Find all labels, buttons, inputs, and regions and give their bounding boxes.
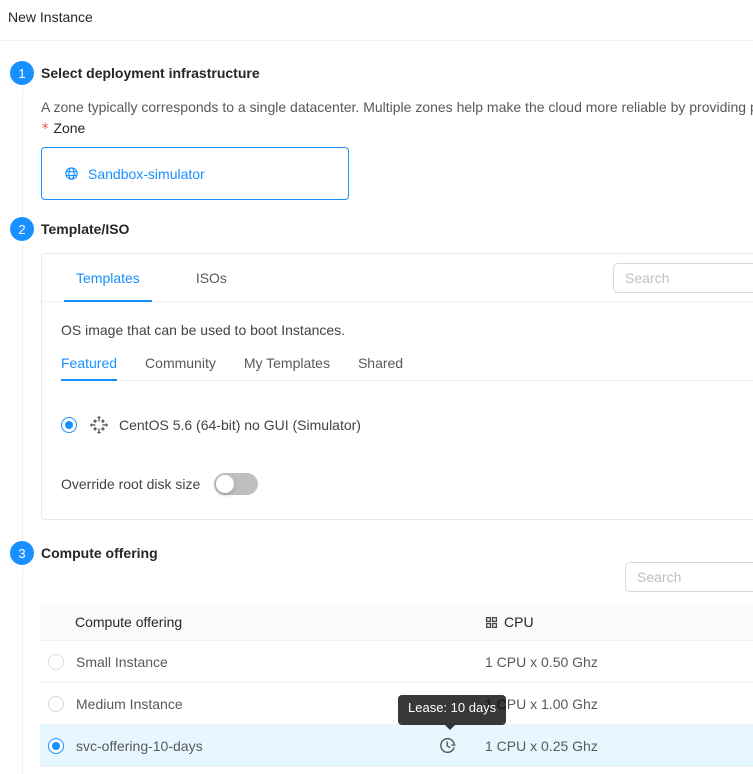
template-option-centos[interactable]: CentOS 5.6 (64-bit) no GUI (Simulator) bbox=[61, 415, 753, 435]
clock-icon[interactable] bbox=[438, 736, 457, 755]
step-compute-offering: 3 Compute offering Compute offering bbox=[10, 541, 753, 774]
offering-name: Small Instance bbox=[76, 654, 168, 670]
table-row-svc-offering-10-days[interactable]: svc-offering-10-days 1 CPU x 0.25 Ghz Le… bbox=[40, 725, 753, 767]
step-deployment-infrastructure: 1 Select deployment infrastructure A zon… bbox=[10, 61, 753, 217]
step2-number-badge: 2 bbox=[10, 217, 34, 241]
filter-tab-shared[interactable]: Shared bbox=[358, 355, 403, 380]
column-header-cpu: CPU bbox=[504, 614, 534, 630]
column-header-compute-offering: Compute offering bbox=[75, 614, 182, 630]
template-description: OS image that can be used to boot Instan… bbox=[61, 322, 753, 338]
table-header-row: Compute offering CPU bbox=[40, 604, 753, 641]
template-filter-tabs: Featured Community My Templates Shared bbox=[61, 355, 753, 381]
compute-offering-table: Compute offering CPU Small Instance bbox=[40, 604, 753, 767]
required-asterisk: * bbox=[41, 121, 49, 137]
template-search-input[interactable] bbox=[613, 263, 753, 293]
tab-templates[interactable]: Templates bbox=[76, 254, 140, 301]
row-radio-medium-instance[interactable] bbox=[48, 696, 64, 712]
offering-cpu: 1 CPU x 0.50 Ghz bbox=[485, 654, 598, 670]
row-radio-svc-offering[interactable] bbox=[48, 738, 64, 754]
step1-rail: 1 bbox=[10, 61, 34, 217]
filter-tab-community[interactable]: Community bbox=[145, 355, 216, 380]
table-row-small-instance[interactable]: Small Instance 1 CPU x 0.50 Ghz bbox=[40, 641, 753, 683]
step1-connector-line bbox=[22, 89, 23, 217]
zone-field-label: *Zone bbox=[41, 120, 753, 137]
step3-rail: 3 bbox=[10, 541, 34, 774]
step2-title: Template/ISO bbox=[41, 217, 753, 241]
row-radio-small-instance[interactable] bbox=[48, 654, 64, 670]
template-card: Templates ISOs OS image that can be used… bbox=[41, 253, 753, 520]
zone-label: Zone bbox=[53, 120, 85, 136]
offering-name: svc-offering-10-days bbox=[76, 738, 203, 754]
step1-number-badge: 1 bbox=[10, 61, 34, 85]
zone-card-sandbox-simulator[interactable]: Sandbox-simulator bbox=[41, 147, 349, 200]
step-template-iso: 2 Template/ISO Templates ISOs OS image t… bbox=[10, 217, 753, 541]
step2-connector-line bbox=[22, 245, 23, 541]
template-radio[interactable] bbox=[61, 417, 77, 433]
grid-icon bbox=[485, 616, 498, 629]
zone-name: Sandbox-simulator bbox=[88, 166, 205, 182]
filter-tab-my-templates[interactable]: My Templates bbox=[244, 355, 330, 380]
offering-name: Medium Instance bbox=[76, 696, 183, 712]
new-instance-wizard: 1 Select deployment infrastructure A zon… bbox=[0, 41, 753, 774]
table-row-medium-instance[interactable]: Medium Instance 1 CPU x 1.00 Ghz bbox=[40, 683, 753, 725]
step1-title: Select deployment infrastructure bbox=[41, 61, 753, 85]
tab-isos[interactable]: ISOs bbox=[196, 254, 227, 301]
lease-tooltip: Lease: 10 days bbox=[398, 695, 506, 725]
template-name: CentOS 5.6 (64-bit) no GUI (Simulator) bbox=[119, 417, 361, 433]
offering-cpu: 1 CPU x 0.25 Ghz bbox=[485, 738, 598, 754]
override-root-disk-toggle[interactable] bbox=[214, 473, 258, 495]
filter-tab-featured[interactable]: Featured bbox=[61, 355, 117, 380]
compute-offering-search-input[interactable] bbox=[625, 562, 753, 592]
step3-number-badge: 3 bbox=[10, 541, 34, 565]
page-header: New Instance bbox=[0, 0, 753, 41]
globe-icon bbox=[64, 166, 79, 181]
override-root-disk-label: Override root disk size bbox=[61, 476, 200, 492]
page-title: New Instance bbox=[8, 9, 753, 25]
step3-connector-line bbox=[22, 569, 23, 774]
override-root-disk-row: Override root disk size bbox=[61, 473, 753, 495]
step2-rail: 2 bbox=[10, 217, 34, 541]
zone-description: A zone typically corresponds to a single… bbox=[41, 99, 753, 115]
centos-logo-icon bbox=[89, 415, 109, 435]
